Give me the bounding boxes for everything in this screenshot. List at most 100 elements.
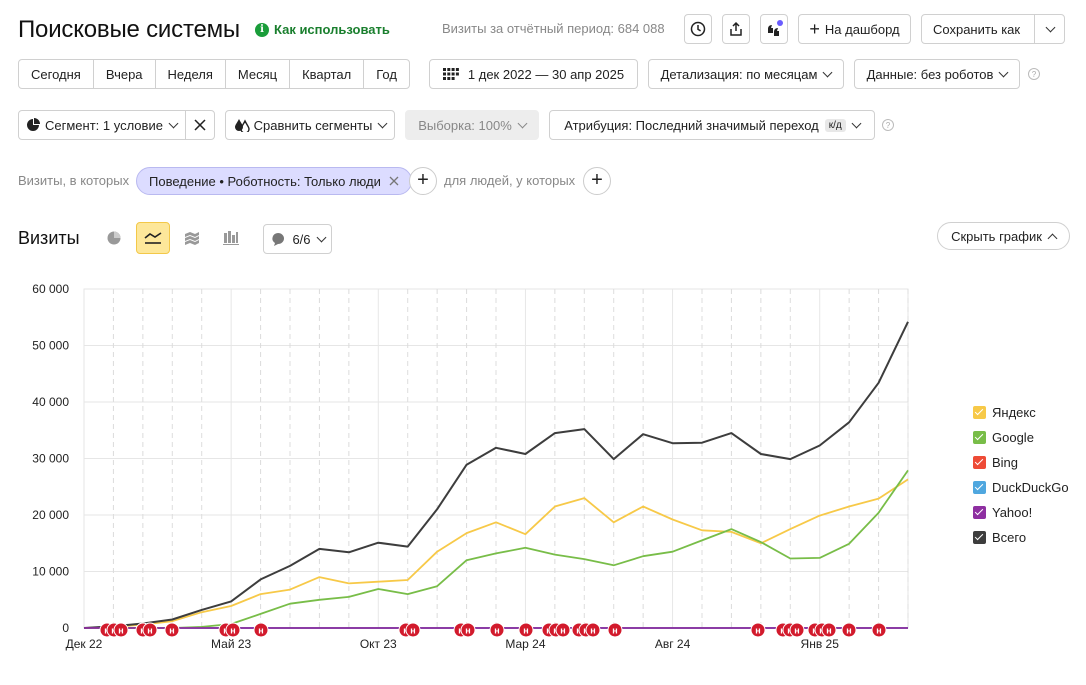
sample-dropdown[interactable]: Выборка: 100% [405, 110, 539, 140]
x-tick-label: Окт 23 [360, 637, 397, 651]
history-button[interactable] [684, 14, 712, 44]
period-tab-month[interactable]: Месяц [224, 60, 289, 88]
chevron-down-icon [316, 232, 326, 242]
annotation-letter: н [794, 626, 799, 636]
legend-label: Всего [992, 530, 1027, 545]
period-tab-quarter[interactable]: Квартал [289, 60, 363, 88]
save-as-button[interactable]: Сохранить как [921, 14, 1065, 44]
annotation-marker[interactable]: н [460, 622, 476, 638]
y-tick-label: 60 000 [32, 282, 69, 296]
howto-link[interactable]: i Как использовать [255, 22, 390, 37]
annotation-marker[interactable]: н [585, 622, 601, 638]
annotation-marker[interactable]: н [518, 622, 534, 638]
checkbox[interactable] [973, 531, 986, 544]
period-tab-yesterday[interactable]: Вчера [92, 60, 155, 88]
hide-chart-button[interactable]: Скрыть график [937, 222, 1070, 250]
chevron-down-icon [998, 67, 1009, 77]
legend-item-yahoo[interactable]: Yahoo! [973, 500, 1069, 525]
x-tick-label: Дек 22 [66, 637, 103, 651]
chart-type-area[interactable] [175, 222, 209, 254]
annotation-marker[interactable]: н [225, 622, 241, 638]
period-tab-year[interactable]: Год [363, 60, 409, 88]
legend-item-google[interactable]: Google [973, 425, 1069, 450]
annotation-marker[interactable]: н [750, 622, 766, 638]
annotation-letter: н [755, 626, 760, 636]
save-as-dropdown[interactable] [1034, 15, 1065, 43]
annotation-marker[interactable]: н [841, 622, 857, 638]
people-filter-prefix: для людей, у которых [444, 173, 576, 188]
y-tick-label: 30 000 [32, 452, 69, 466]
visits-total: Визиты за отчётный период: 684 088 [442, 21, 665, 36]
chevron-down-icon [1045, 22, 1055, 32]
checkbox[interactable] [973, 456, 986, 469]
drops-icon [234, 119, 250, 132]
date-range-label: 1 дек 2022 — 30 апр 2025 [467, 66, 625, 82]
legend-item-yandex[interactable]: Яндекс [973, 400, 1069, 425]
annotation-letter: н [230, 626, 235, 636]
x-tick-label: Май 23 [211, 637, 252, 651]
annotation-marker[interactable]: н [489, 622, 505, 638]
annotations-count: 6/6 [292, 231, 311, 247]
annotation-letter: н [523, 626, 528, 636]
period-tab-today[interactable]: Сегодня [19, 60, 93, 88]
checkbox[interactable] [973, 406, 986, 419]
y-tick-label: 20 000 [32, 508, 69, 522]
share-icon [730, 21, 742, 36]
help-icon[interactable]: ? [882, 119, 894, 131]
ai-assistant-button[interactable] [760, 14, 788, 44]
attribution-dropdown[interactable]: Атрибуция: Последний значимый переход к/… [549, 110, 875, 140]
annotation-letter: н [612, 626, 617, 636]
date-range-button[interactable]: 1 дек 2022 — 30 апр 2025 [429, 59, 638, 89]
data-filter-dropdown[interactable]: Данные: без роботов [854, 59, 1020, 89]
chart-title: Визиты [18, 228, 80, 248]
annotation-letter: н [169, 626, 174, 636]
dashboard-button[interactable]: + На дашборд [798, 14, 911, 44]
compare-segments-dropdown[interactable]: Сравнить сегменты [225, 110, 395, 140]
annotation-letter: н [590, 626, 595, 636]
calendar-icon [442, 68, 459, 80]
chevron-down-icon [851, 118, 862, 128]
annotation-letter: н [147, 626, 152, 636]
export-button[interactable] [722, 14, 750, 44]
legend-label: Яндекс [992, 405, 1036, 420]
chart-legend: Яндекс Google Bing DuckDuckGo Yahoo! Все… [973, 400, 1069, 550]
legend-label: Bing [992, 455, 1019, 470]
detail-dropdown[interactable]: Детализация: по месяцам [648, 59, 844, 89]
close-icon[interactable] [389, 176, 399, 186]
add-people-condition-button[interactable]: + [583, 167, 611, 195]
chart-type-line[interactable] [136, 222, 170, 254]
annotations-dropdown[interactable]: 6/6 [263, 224, 332, 254]
chart-type-bar[interactable] [214, 222, 248, 254]
y-tick-label: 40 000 [32, 395, 69, 409]
filter-chip-label: Поведение • Роботность: Только люди [149, 173, 381, 189]
annotation-marker[interactable]: н [113, 622, 129, 638]
checkbox[interactable] [973, 506, 986, 519]
help-icon[interactable]: ? [1028, 68, 1040, 80]
sample-label: Выборка: 100% [418, 117, 512, 133]
legend-label: Yahoo! [992, 505, 1033, 520]
segment-dropdown[interactable]: Сегмент: 1 условие [18, 110, 186, 140]
legend-item-bing[interactable]: Bing [973, 450, 1069, 475]
y-tick-label: 0 [62, 621, 69, 635]
segment-clear-button[interactable] [185, 110, 215, 140]
legend-item-total[interactable]: Всего [973, 525, 1069, 550]
annotation-marker[interactable]: н [789, 622, 805, 638]
annotation-marker[interactable]: н [164, 622, 180, 638]
x-tick-label: Авг 24 [655, 637, 691, 651]
annotation-marker[interactable]: н [607, 622, 623, 638]
annotation-marker[interactable]: н [142, 622, 158, 638]
chart-type-pie[interactable] [97, 222, 131, 254]
legend-item-duckduckgo[interactable]: DuckDuckGo [973, 475, 1069, 500]
annotation-marker[interactable]: н [821, 622, 837, 638]
checkbox[interactable] [973, 481, 986, 494]
annotation-marker[interactable]: н [405, 622, 421, 638]
add-visit-condition-button[interactable]: + [409, 167, 437, 195]
compare-segments-label: Сравнить сегменты [253, 117, 373, 133]
period-tab-week[interactable]: Неделя [154, 60, 225, 88]
pie-segment-icon [27, 118, 40, 131]
annotation-marker[interactable]: н [871, 622, 887, 638]
annotation-marker[interactable]: н [555, 622, 571, 638]
filter-chip[interactable]: Поведение • Роботность: Только люди [136, 167, 412, 195]
annotation-marker[interactable]: н [253, 622, 269, 638]
checkbox[interactable] [973, 431, 986, 444]
